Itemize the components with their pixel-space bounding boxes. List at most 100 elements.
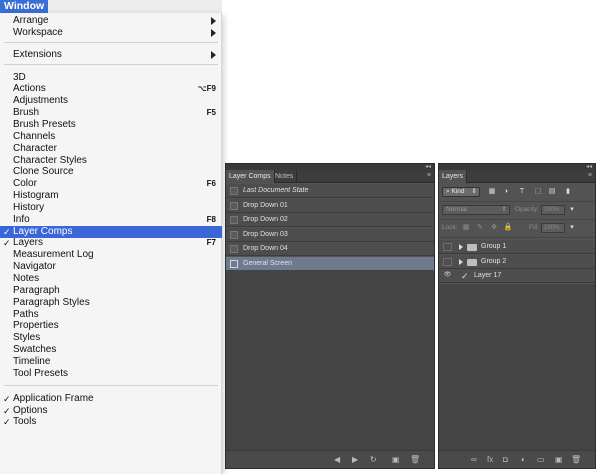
- apply-comp-checkbox[interactable]: [230, 216, 238, 224]
- menu-item-character[interactable]: Character: [0, 143, 222, 155]
- menu-item-label: Navigator: [13, 261, 56, 273]
- menu-item-info[interactable]: Info F8: [0, 214, 222, 226]
- menu-item-history[interactable]: History: [0, 202, 222, 214]
- menu-item-label: Extensions: [13, 48, 62, 60]
- collapse-icon[interactable]: ◂◂: [425, 163, 431, 170]
- delete-layer-icon[interactable]: 🗑: [571, 455, 581, 465]
- menu-item-actions[interactable]: Actions ⌥F9: [0, 83, 222, 95]
- menu-item-swatches[interactable]: Swatches: [0, 344, 222, 356]
- layer-comp-row[interactable]: Drop Down 03: [226, 227, 434, 242]
- menu-item-application-frame[interactable]: ✓ Application Frame: [0, 393, 222, 405]
- menu-item-timeline[interactable]: Timeline: [0, 356, 222, 368]
- menu-item-measurement-log[interactable]: Measurement Log: [0, 249, 222, 261]
- tab-notes[interactable]: Notes: [272, 170, 298, 183]
- menu-item-color[interactable]: Color F6: [0, 178, 222, 190]
- layers-panel: ◂◂ Layers ≡ ⌕ Kind ⇕ ▦ ◑ T ⬚ ▤ ▮ Normal ⇕ Opa…: [438, 163, 596, 469]
- menu-item-adjustments[interactable]: Adjustments: [0, 95, 222, 107]
- previous-comp-icon[interactable]: ◀: [334, 455, 340, 465]
- menu-item-paragraph[interactable]: Paragraph: [0, 285, 222, 297]
- menu-item-paragraph-styles[interactable]: Paragraph Styles: [0, 297, 222, 309]
- blend-mode-select[interactable]: Normal ⇕: [442, 205, 510, 215]
- window-menu-title[interactable]: Window: [0, 0, 49, 13]
- apply-comp-checkbox[interactable]: [230, 187, 238, 195]
- menu-item-brush-presets[interactable]: Brush Presets: [0, 119, 222, 131]
- menu-item-label: Workspace: [13, 26, 63, 38]
- fill-field[interactable]: 100%: [541, 223, 565, 233]
- brush-icon: ✓: [461, 271, 469, 281]
- window-menu: Arrange Workspace Extensions 3D Actions ⌥F9 Ad…: [0, 13, 222, 474]
- menu-item-label: Info: [13, 213, 30, 225]
- menu-item-label: Timeline: [13, 355, 51, 367]
- panel-menu-icon[interactable]: ≡: [427, 172, 431, 180]
- tab-layer-comps[interactable]: Layer Comps: [226, 170, 275, 183]
- expand-arrow-icon[interactable]: [459, 258, 463, 265]
- menu-item-paths[interactable]: Paths: [0, 309, 222, 321]
- tab-layers[interactable]: Layers: [439, 170, 468, 183]
- pixel-filter-icon[interactable]: ▦: [487, 187, 497, 197]
- delete-comp-icon[interactable]: 🗑: [410, 455, 420, 465]
- layer-group-row[interactable]: Group 2: [439, 254, 595, 269]
- menu-item-layers[interactable]: ✓ Layers F7: [0, 237, 222, 249]
- layer-comp-row[interactable]: Last Document State: [226, 184, 434, 198]
- new-group-icon[interactable]: ▭: [537, 455, 545, 465]
- menu-item-extensions[interactable]: Extensions: [0, 49, 222, 61]
- type-filter-icon[interactable]: T: [517, 187, 527, 197]
- layer-comp-row[interactable]: General Screen: [226, 256, 434, 271]
- empty-area: [439, 284, 595, 451]
- apply-comp-checkbox[interactable]: [230, 230, 238, 239]
- apply-comp-checkbox[interactable]: [230, 245, 238, 253]
- menu-item-workspace[interactable]: Workspace: [0, 27, 222, 39]
- chevron-down-icon[interactable]: ▾: [567, 205, 577, 215]
- menu-item-3d[interactable]: 3D: [0, 72, 222, 84]
- menu-item-channels[interactable]: Channels: [0, 131, 222, 143]
- opacity-field[interactable]: 100%: [541, 205, 565, 215]
- expand-arrow-icon[interactable]: [459, 244, 463, 250]
- menu-item-styles[interactable]: Styles: [0, 332, 222, 344]
- layer-mask-icon[interactable]: ◘: [503, 455, 508, 465]
- adjustment-filter-icon[interactable]: ◑: [501, 187, 511, 197]
- smart-object-filter-icon[interactable]: ▤: [547, 187, 557, 197]
- new-comp-icon[interactable]: ▣: [392, 455, 400, 465]
- menu-item-options[interactable]: ✓ Options: [0, 405, 222, 417]
- link-layers-icon[interactable]: ∞: [471, 455, 477, 465]
- menu-item-layer-comps[interactable]: ✓ Layer Comps: [0, 225, 222, 238]
- lock-paint-icon[interactable]: ✎: [475, 223, 485, 233]
- new-layer-icon[interactable]: ▣: [555, 455, 563, 465]
- menu-item-arrange[interactable]: Arrange: [0, 15, 222, 27]
- menu-item-label: Paragraph: [13, 284, 60, 296]
- layer-comp-row[interactable]: Drop Down 02: [226, 213, 434, 227]
- layer-row[interactable]: 👁 ✓ Layer 17: [439, 269, 595, 283]
- menu-item-properties[interactable]: Properties: [0, 320, 222, 332]
- visibility-toggle[interactable]: [443, 243, 452, 251]
- menu-item-navigator[interactable]: Navigator: [0, 261, 222, 273]
- menu-item-tools[interactable]: ✓ Tools: [0, 416, 222, 428]
- lock-all-icon[interactable]: 🔒: [503, 223, 513, 233]
- layer-style-icon[interactable]: fx: [487, 455, 493, 465]
- menu-item-tool-presets[interactable]: Tool Presets: [0, 368, 222, 380]
- layer-comp-row[interactable]: Drop Down 01: [226, 198, 434, 213]
- menu-item-character-styles[interactable]: Character Styles: [0, 155, 222, 167]
- collapse-icon[interactable]: ◂◂: [586, 163, 592, 170]
- update-comp-icon[interactable]: ↻: [370, 455, 377, 465]
- filter-toggle-icon[interactable]: ▮: [563, 187, 573, 197]
- kind-filter-select[interactable]: ⌕ Kind ⇕: [442, 187, 480, 197]
- chevron-down-icon[interactable]: ▾: [567, 223, 577, 233]
- layer-comp-row[interactable]: Drop Down 04: [226, 242, 434, 256]
- adjustment-layer-icon[interactable]: ◐: [521, 455, 526, 465]
- menu-item-brush[interactable]: Brush F5: [0, 107, 222, 119]
- apply-comp-checkbox[interactable]: [230, 259, 238, 268]
- menu-item-histogram[interactable]: Histogram: [0, 190, 222, 202]
- lock-move-icon[interactable]: ✥: [489, 223, 499, 233]
- menu-item-notes[interactable]: Notes: [0, 273, 222, 285]
- shape-filter-icon[interactable]: ⬚: [533, 187, 543, 197]
- layer-group-row[interactable]: Group 1: [439, 240, 595, 254]
- next-comp-icon[interactable]: ▶: [352, 455, 358, 465]
- panel-tabs: Layers ≡: [439, 170, 595, 183]
- apply-comp-checkbox[interactable]: [230, 201, 238, 210]
- visibility-toggle[interactable]: 👁: [443, 272, 452, 280]
- layer-comps-panel: ◂◂ Layer Comps Notes ≡ Last Document Sta…: [225, 163, 435, 469]
- lock-transparent-icon[interactable]: ▦: [461, 223, 471, 233]
- panel-menu-icon[interactable]: ≡: [588, 172, 592, 180]
- visibility-toggle[interactable]: [443, 257, 452, 266]
- menu-item-clone-source[interactable]: Clone Source: [0, 166, 222, 178]
